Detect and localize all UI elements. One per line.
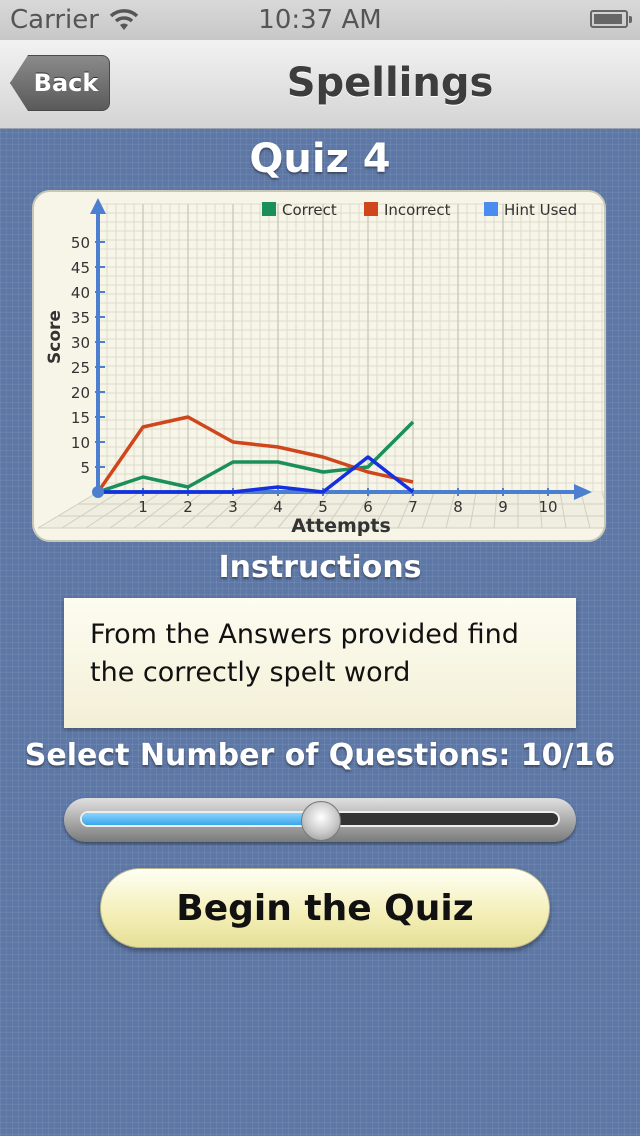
x-tick-label: 4: [273, 498, 283, 516]
y-axis-label: Score: [45, 310, 65, 364]
y-axis-arrow: [90, 198, 106, 214]
battery-icon: [590, 10, 632, 28]
legend-label: Correct: [282, 201, 337, 219]
y-tick-label: 30: [71, 334, 90, 352]
quiz-title: Quiz 4: [249, 136, 391, 182]
x-axis-label: Attempts: [291, 515, 391, 537]
y-tick-label: 50: [71, 234, 90, 252]
legend-label: Incorrect: [384, 201, 451, 219]
legend-swatch: [364, 202, 378, 216]
x-tick-label: 3: [228, 498, 238, 516]
instructions-card: From the Answers provided find the corre…: [64, 598, 576, 728]
y-tick-label: 35: [71, 309, 90, 327]
y-tick-label: 15: [71, 409, 90, 427]
x-tick-label: 6: [363, 498, 373, 516]
legend-label: Hint Used: [504, 201, 577, 219]
slider-track-fill: [82, 813, 322, 825]
y-tick-label: 5: [80, 459, 90, 477]
status-bar: Carrier 10:37 AM: [0, 0, 640, 40]
x-tick-label: 7: [408, 498, 418, 516]
back-button[interactable]: Back: [10, 55, 110, 111]
x-tick-label: 8: [453, 498, 463, 516]
question-count-slider[interactable]: [64, 798, 576, 842]
instructions-heading: Instructions: [218, 550, 422, 585]
status-time: 10:37 AM: [258, 5, 382, 35]
navigation-bar: Back Spellings: [0, 40, 640, 129]
series-line-incorrect: [96, 415, 414, 493]
slider-thumb[interactable]: [301, 801, 341, 841]
y-tick-label: 40: [71, 284, 90, 302]
x-tick-label: 2: [183, 498, 193, 516]
x-tick-label: 1: [138, 498, 148, 516]
y-tick-label: 25: [71, 359, 90, 377]
x-tick-label: 10: [538, 498, 557, 516]
page-title: Spellings: [286, 60, 494, 106]
x-tick-label: 5: [318, 498, 328, 516]
y-tick-label: 20: [71, 384, 90, 402]
legend-swatch: [484, 202, 498, 216]
question-count-label: Select Number of Questions: 10/16: [24, 738, 616, 773]
legend-swatch: [262, 202, 276, 216]
score-chart: 5 10 15 20 25 30 35 40 45 50 1 2 3 4 5 6 7 8 9 10 Attempts Sc…: [32, 190, 606, 542]
y-tick-label: 45: [71, 259, 90, 277]
origin-point: [92, 486, 104, 498]
chart-canvas: 51015202530354045501 2 3 4 5 6 7 8 9 10AttemptsSc…: [37, 198, 604, 537]
begin-quiz-button[interactable]: Begin the Quiz: [100, 868, 550, 948]
x-tick-label: 9: [498, 498, 508, 516]
y-tick-label: 10: [71, 434, 90, 452]
instructions-text: From the Answers provided find the corre…: [90, 619, 519, 688]
